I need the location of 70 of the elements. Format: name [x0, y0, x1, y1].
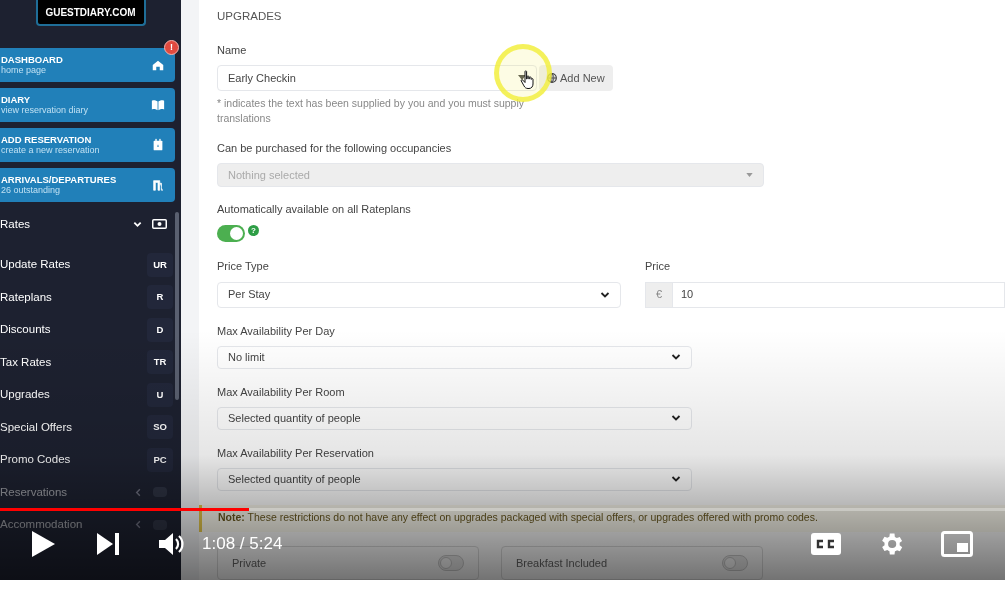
nav-card[interactable]: ADD RESERVATION create a new reservation [0, 128, 175, 162]
cash-icon [152, 219, 167, 230]
nav-card-subtitle: home page [1, 65, 48, 76]
shortcut-badge: U [147, 382, 173, 407]
shortcut-badge: D [147, 317, 173, 342]
nav-card-subtitle: view reservation diary [1, 105, 90, 116]
notification-badge: ! [164, 40, 179, 55]
field-label: Max Availability Per Day [217, 323, 336, 339]
field-label: Max Availability Per Reservation [217, 445, 375, 461]
nav-card-subtitle: 26 outstanding [1, 185, 62, 196]
price-type-select[interactable]: Per Stay [217, 281, 621, 308]
home-icon [151, 58, 165, 72]
availability-select[interactable]: No limit [217, 346, 692, 369]
menu-item[interactable]: Upgrades [0, 386, 147, 404]
globe-icon [547, 72, 557, 83]
book-icon [151, 98, 165, 112]
nav-card-title: DIARY [1, 94, 32, 105]
nav-card-title: DASHBOARD [1, 54, 64, 65]
price-field[interactable]: 10 [673, 281, 1005, 308]
nav-card-title: ADD RESERVATION [1, 134, 93, 145]
hint-text: * indicates the text has been supplied by you and you must supply translations [217, 95, 526, 126]
chevron-down-icon [671, 475, 681, 484]
captions-icon[interactable] [811, 533, 841, 555]
play-icon[interactable] [30, 530, 56, 558]
nav-card[interactable]: DIARY view reservation diary [0, 88, 175, 122]
volume-icon[interactable] [158, 531, 184, 557]
availability-select[interactable]: Selected quantity of people [217, 468, 692, 491]
shortcut-badge: SO [147, 415, 173, 440]
availability-select[interactable]: Selected quantity of people [217, 407, 692, 430]
calendar-icon [151, 138, 165, 152]
menu-item[interactable]: Tax Rates [0, 353, 147, 371]
menu-group-label[interactable]: Reservations [0, 483, 134, 501]
add-new-button[interactable]: Add New [539, 64, 613, 91]
nav-card-subtitle: create a new reservation [1, 145, 101, 156]
nav-card[interactable]: DASHBOARD home page [0, 48, 175, 82]
menu-group-label[interactable]: Rates [0, 215, 133, 233]
field-label: Max Availability Per Room [217, 384, 346, 400]
field-label: Automatically available on all Rateplans [217, 201, 412, 217]
toggle-switch[interactable] [722, 555, 748, 571]
field-label: Price Type [217, 259, 270, 275]
name-field[interactable]: Early Checkin [217, 64, 537, 91]
shortcut-badge: R [147, 285, 173, 310]
currency-addon: € [645, 281, 673, 308]
miniplayer-icon[interactable] [941, 531, 973, 557]
hand-cursor-icon [520, 70, 536, 90]
nav-card[interactable]: ARRIVALS/DEPARTURES 26 outstanding [0, 168, 175, 202]
menu-item[interactable]: Rateplans [0, 288, 147, 306]
occupancies-select: Nothing selected [217, 163, 764, 187]
field-label: Price [645, 259, 672, 275]
shortcut-badge: TR [147, 350, 173, 375]
field-label: Can be purchased for the following occupancies [217, 140, 453, 156]
next-icon[interactable] [96, 532, 120, 556]
door-icon [151, 178, 165, 192]
menu-item[interactable]: Special Offers [0, 418, 147, 436]
chevron-down-icon [671, 414, 681, 423]
toggle-switch[interactable] [217, 225, 245, 243]
chevron-down-icon [671, 353, 681, 362]
logo-text: GUESTDIARY.COM [35, 0, 146, 26]
menu-item[interactable]: Promo Codes [0, 451, 147, 469]
toggle-switch[interactable] [438, 555, 464, 571]
menu-item[interactable]: Update Rates [0, 256, 147, 274]
section-title: UPGRADES [217, 9, 283, 24]
field-label: Name [217, 43, 248, 59]
shortcut-badge: PC [147, 447, 173, 472]
shortcut-badge: UR [147, 252, 173, 277]
menu-item[interactable]: Discounts [0, 321, 147, 339]
chevron-down-icon [600, 290, 610, 299]
note-text: Note: These restrictions do not have any effect on upgrades packaged with special offers, or upgrades offered with promo codes. [218, 510, 818, 526]
caret-icon [746, 172, 753, 177]
nav-card-title: ARRIVALS/DEPARTURES [1, 174, 118, 185]
